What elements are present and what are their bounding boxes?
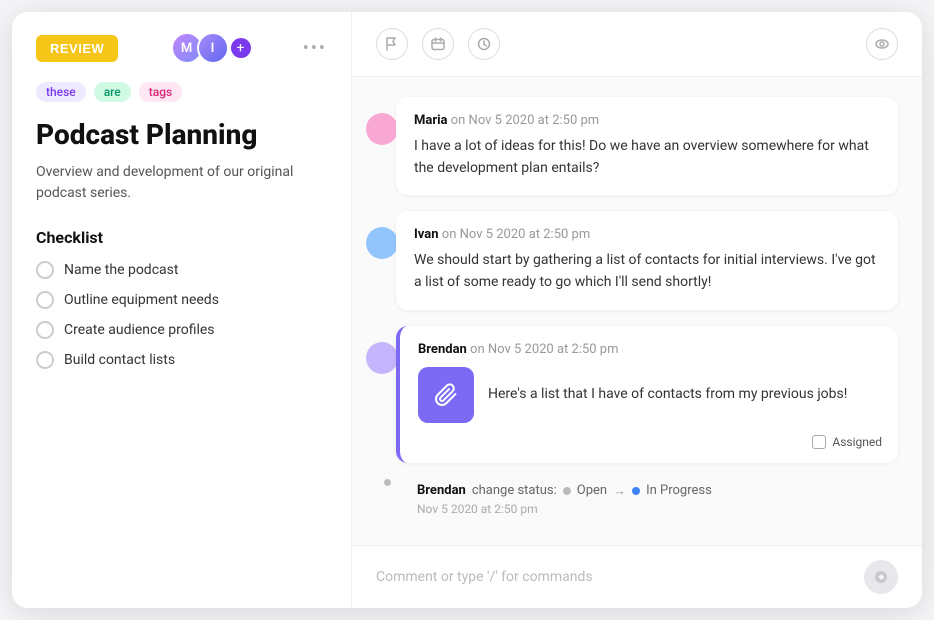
checklist-item-1[interactable]: Name the podcast — [36, 261, 327, 279]
checklist-title: Checklist — [36, 228, 327, 247]
status-change-row: Brendan change status: Open → In Progres… — [376, 479, 898, 520]
tag-tags[interactable]: tags — [139, 82, 182, 102]
comment-author-ivan: Ivan — [414, 227, 439, 242]
assigned-checkbox[interactable] — [812, 435, 826, 449]
calendar-icon-button[interactable] — [422, 28, 454, 60]
avatar-dot-ivan — [366, 227, 398, 259]
comment-meta-maria: on Nov 5 2020 at 2:50 pm — [451, 113, 599, 128]
comment-input-area[interactable]: Comment or type '/' for commands — [352, 545, 922, 608]
status-arrow: → — [613, 483, 626, 499]
comment-text-maria: I have a lot of ideas for this! Do we ha… — [414, 136, 880, 179]
review-button[interactable]: REVIEW — [36, 35, 118, 62]
page-description: Overview and development of our original… — [36, 162, 327, 204]
assigned-badge[interactable]: Assigned — [812, 435, 882, 449]
comment-author-brendan: Brendan — [418, 342, 467, 357]
avatar-dot-brendan — [366, 342, 398, 374]
checklist-radio-1[interactable] — [36, 261, 54, 279]
comment-wrapper-maria: Maria on Nov 5 2020 at 2:50 pm I have a … — [376, 97, 898, 195]
comment-text-brendan: Here's a list that I have of contacts fr… — [488, 384, 847, 405]
comment-header-brendan: Brendan on Nov 5 2020 at 2:50 pm — [418, 342, 880, 357]
comment-card-ivan: Ivan on Nov 5 2020 at 2:50 pm We should … — [396, 211, 898, 309]
checklist-label-3: Create audience profiles — [64, 322, 215, 338]
bullet-dot — [384, 479, 391, 486]
comment-wrapper-brendan: Brendan on Nov 5 2020 at 2:50 pm Here's … — [376, 326, 898, 463]
status-change: Brendan change status: Open → In Progres… — [401, 479, 712, 520]
tags-row: these are tags — [36, 82, 327, 102]
comment-header-maria: Maria on Nov 5 2020 at 2:50 pm — [414, 113, 880, 128]
comment-meta-brendan: on Nov 5 2020 at 2:50 pm — [470, 342, 618, 357]
status-action: change status: — [472, 483, 557, 498]
top-bar: REVIEW M I + ••• — [36, 32, 327, 64]
assigned-label: Assigned — [832, 435, 882, 449]
left-panel: REVIEW M I + ••• these are tags Podcast … — [12, 12, 352, 608]
header-icons-left — [376, 28, 500, 60]
checklist-radio-2[interactable] — [36, 291, 54, 309]
comment-text-ivan: We should start by gathering a list of c… — [414, 250, 880, 293]
checklist-label-1: Name the podcast — [64, 262, 178, 278]
status-to: In Progress — [646, 483, 712, 498]
checklist-item-4[interactable]: Build contact lists — [36, 351, 327, 369]
right-panel: Maria on Nov 5 2020 at 2:50 pm I have a … — [352, 12, 922, 608]
page-title: Podcast Planning — [36, 118, 327, 152]
checklist-item-2[interactable]: Outline equipment needs — [36, 291, 327, 309]
right-header — [352, 12, 922, 77]
comment-card-brendan: Brendan on Nov 5 2020 at 2:50 pm Here's … — [396, 326, 898, 463]
comment-header-ivan: Ivan on Nov 5 2020 at 2:50 pm — [414, 227, 880, 242]
eye-icon-button[interactable] — [866, 28, 898, 60]
status-time: Nov 5 2020 at 2:50 pm — [417, 502, 712, 516]
status-dot-from — [563, 487, 571, 495]
add-avatar-button[interactable]: + — [231, 38, 251, 58]
avatar-dot-maria — [366, 113, 398, 145]
clock-icon-button[interactable] — [468, 28, 500, 60]
attachment-box: Here's a list that I have of contacts fr… — [418, 367, 880, 423]
attachment-icon[interactable] — [418, 367, 474, 423]
checklist-radio-3[interactable] — [36, 321, 54, 339]
checklist-radio-4[interactable] — [36, 351, 54, 369]
status-author: Brendan — [417, 483, 466, 498]
avatar-group: M I + — [171, 32, 251, 64]
checklist-label-2: Outline equipment needs — [64, 292, 219, 308]
checklist-item-3[interactable]: Create audience profiles — [36, 321, 327, 339]
comment-author-maria: Maria — [414, 113, 448, 128]
status-dot-to — [632, 487, 640, 495]
comment-meta-ivan: on Nov 5 2020 at 2:50 pm — [442, 227, 590, 242]
comment-card-maria: Maria on Nov 5 2020 at 2:50 pm I have a … — [396, 97, 898, 195]
comment-placeholder: Comment or type '/' for commands — [376, 569, 593, 585]
avatar-2: I — [197, 32, 229, 64]
flag-icon-button[interactable] — [376, 28, 408, 60]
comment-wrapper-ivan: Ivan on Nov 5 2020 at 2:50 pm We should … — [376, 211, 898, 309]
comments-area: Maria on Nov 5 2020 at 2:50 pm I have a … — [352, 77, 922, 545]
send-button[interactable] — [864, 560, 898, 594]
tag-these[interactable]: these — [36, 82, 86, 102]
more-options-button[interactable]: ••• — [303, 38, 327, 59]
status-change-detail: Brendan change status: Open → In Progres… — [417, 483, 712, 499]
tag-are[interactable]: are — [94, 82, 131, 102]
checklist-label-4: Build contact lists — [64, 352, 175, 368]
status-from: Open — [577, 483, 607, 498]
